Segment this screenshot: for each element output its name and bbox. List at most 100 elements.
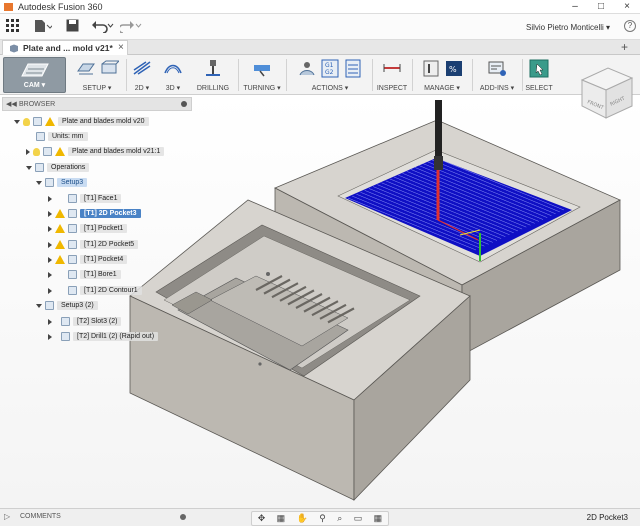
ribbon-label-inspect: INSPECT	[376, 85, 408, 92]
comments-panel-label[interactable]: COMMENTS	[20, 513, 61, 520]
expand-icon[interactable]	[48, 333, 52, 340]
collapse-browser-icon[interactable]: ◀◀	[6, 100, 17, 108]
expand-icon[interactable]	[48, 241, 52, 248]
setup-icon	[45, 301, 54, 310]
expand-icon[interactable]	[48, 287, 52, 294]
cam-workspace-icon	[21, 63, 49, 77]
browser-header[interactable]: ◀◀ BROWSER	[2, 97, 192, 111]
tree-node-op-selected[interactable]: [T1] 2D Pocket3	[48, 207, 141, 220]
expand-icon[interactable]	[48, 210, 52, 217]
file-icon[interactable]	[34, 19, 54, 35]
tree-node-setup1[interactable]: Setup3	[36, 176, 88, 189]
expand-icon[interactable]	[48, 195, 52, 202]
save-icon[interactable]	[66, 19, 82, 35]
zoom-icon[interactable]: ⚲	[319, 513, 326, 524]
tree-node-op[interactable]: [T1] Pocket4	[48, 253, 128, 266]
fit-icon[interactable]: ⌕	[337, 513, 342, 524]
tree-label-op: [T1] Pocket1	[80, 224, 128, 233]
tree-node-op[interactable]: [T2] Slot3 (2)	[48, 315, 122, 328]
visibility-bulb-icon[interactable]	[33, 147, 40, 156]
visibility-bulb-icon[interactable]	[23, 117, 30, 126]
simulate-icon	[299, 62, 315, 76]
ribbon-group-3d[interactable]: 3D ▾	[158, 55, 188, 95]
ribbon-group-2d[interactable]: 2D ▾	[128, 55, 156, 95]
grid-settings-icon[interactable]: ▦	[374, 513, 383, 524]
ribbon-label-addins: ADD-INS ▾	[479, 85, 515, 92]
orbit-icon[interactable]: ✥	[258, 513, 266, 524]
tree-node-op[interactable]: [T2] Drill1 (2) (Rapid out)	[48, 330, 159, 343]
tree-node-setup2[interactable]: Setup3 (2)	[36, 299, 98, 312]
warning-icon	[45, 117, 55, 126]
warning-icon	[55, 255, 65, 264]
ribbon-group-select[interactable]: SELECT	[524, 55, 554, 95]
expand-comments-icon[interactable]: ▷	[4, 512, 10, 521]
user-menu[interactable]: Silvio Pietro Monticelli ▾	[526, 23, 610, 32]
tree-node-component[interactable]: Plate and blades mold v21:1	[26, 145, 165, 158]
tree-node-units[interactable]: Units: mm	[36, 130, 88, 143]
help-icon[interactable]: ?	[624, 20, 636, 32]
tree-node-op[interactable]: [T1] Pocket1	[48, 222, 128, 235]
ribbon-group-setup[interactable]: SETUP ▾	[70, 55, 124, 95]
tree-node-op[interactable]: [T1] 2D Contour1	[48, 284, 142, 297]
ribbon-label-2d: 2D ▾	[134, 85, 150, 92]
status-bar: ▷ COMMENTS ✥ ▦ ✋ ⚲ ⌕ ▭ ▦ 2D Pocket3	[0, 508, 640, 526]
redo-icon[interactable]	[118, 19, 144, 35]
ribbon-group-drilling[interactable]: DRILLING	[192, 55, 234, 95]
pocket-operation-icon	[68, 224, 77, 233]
ribbon-group-manage[interactable]: % MANAGE ▾	[414, 55, 470, 95]
expand-icon[interactable]	[26, 148, 30, 155]
select-icon	[529, 59, 549, 78]
ribbon-group-actions[interactable]: G1 G2 ACTIONS ▾	[288, 55, 372, 95]
tree-node-operations[interactable]: Operations	[26, 161, 90, 174]
measure-icon	[383, 64, 401, 72]
ribbon-label-actions: ACTIONS ▾	[311, 85, 349, 92]
tree-node-root[interactable]: Plate and blades mold v20	[14, 115, 149, 128]
svg-text:G2: G2	[325, 69, 334, 76]
minimize-button[interactable]: –	[562, 0, 588, 14]
view-cube[interactable]: FRONT RIGHT	[578, 62, 634, 122]
setup-icon	[45, 178, 54, 187]
ribbon-group-turning[interactable]: TURNING ▾	[240, 55, 284, 95]
close-tab-button[interactable]: ×	[118, 42, 124, 53]
tree-node-op[interactable]: [T1] 2D Pocket5	[48, 238, 139, 251]
tree-label-op: [T2] Slot3 (2)	[73, 317, 122, 326]
display-settings-icon[interactable]: ▭	[354, 513, 363, 524]
expand-icon[interactable]	[36, 303, 42, 308]
browser-pin-icon[interactable]	[181, 101, 187, 107]
expand-icon[interactable]	[48, 318, 52, 325]
new-tab-button[interactable]: +	[621, 40, 628, 54]
workspace-switcher[interactable]: CAM ▾	[3, 57, 66, 93]
3d-toolpath-icon	[164, 64, 182, 74]
grid-icon[interactable]	[6, 19, 22, 35]
ribbon-group-inspect[interactable]: INSPECT	[374, 55, 410, 95]
expand-icon[interactable]	[26, 165, 32, 170]
comments-pin-icon[interactable]	[180, 514, 186, 520]
expand-icon[interactable]	[48, 271, 52, 278]
face-operation-icon	[68, 194, 77, 203]
setup-icon	[76, 63, 95, 75]
undo-icon[interactable]	[92, 19, 116, 35]
expand-icon[interactable]	[48, 256, 52, 263]
document-icon	[33, 117, 42, 126]
component-icon	[10, 44, 18, 53]
document-tab-bar: Plate and ... mold v21* × +	[0, 40, 640, 55]
expand-icon[interactable]	[48, 225, 52, 232]
tree-node-op[interactable]: [T1] Face1	[48, 192, 122, 205]
close-window-button[interactable]: ×	[614, 0, 640, 14]
ribbon-label-turning: TURNING ▾	[243, 85, 281, 92]
document-tab[interactable]: Plate and ... mold v21* ×	[2, 40, 128, 55]
tree-node-op[interactable]: [T1] Bore1	[48, 268, 121, 281]
pan-icon[interactable]: ✋	[297, 513, 308, 524]
template-icon: %	[445, 61, 462, 76]
slot-operation-icon	[61, 317, 70, 326]
expand-icon[interactable]	[14, 119, 20, 124]
tree-label-op: [T1] Pocket4	[80, 255, 128, 264]
maximize-button[interactable]: □	[588, 0, 614, 14]
ribbon-toolbar: CAM ▾ SETUP ▾ 2D ▾ 3D ▾ DRILLING TURNING…	[0, 55, 640, 95]
look-at-icon[interactable]: ▦	[277, 513, 286, 524]
expand-icon[interactable]	[36, 180, 42, 185]
ribbon-group-addins[interactable]: ADD-INS ▾	[474, 55, 520, 95]
ribbon-label-setup: SETUP ▾	[82, 85, 112, 92]
post-process-icon: G1G2	[321, 59, 339, 78]
quick-access-toolbar: Silvio Pietro Monticelli ▾ ?	[0, 14, 640, 40]
